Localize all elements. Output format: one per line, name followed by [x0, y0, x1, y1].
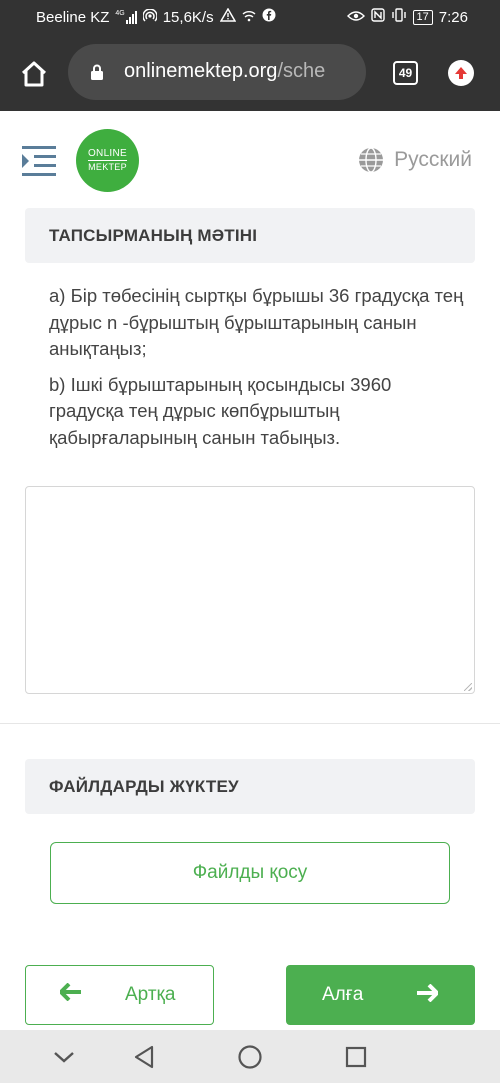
task-text: a) Бір төбесінің сыртқы бұрышы 36 градус… — [49, 283, 469, 460]
home-icon — [21, 61, 47, 87]
upload-section-header: ФАЙЛДАРДЫ ЖҮКТЕУ — [25, 759, 475, 814]
menu-toggle-icon[interactable] — [22, 145, 58, 177]
task-section-header: ТАПСЫРМАНЫҢ МӘТІНІ — [25, 208, 475, 263]
url-text: onlinemektep.org/sche — [124, 60, 325, 83]
network-type: 4G — [115, 10, 125, 17]
data-speed: 15,6K/s — [162, 8, 214, 26]
circle-home-icon — [238, 1045, 262, 1069]
back-button-label: Артқа — [125, 984, 176, 1005]
arrow-left-icon — [60, 983, 81, 1001]
facebook-icon — [262, 8, 276, 26]
warning-icon — [219, 7, 236, 26]
chevron-down-icon — [54, 1052, 74, 1063]
arrow-up-icon — [455, 67, 467, 79]
triangle-back-icon — [134, 1045, 154, 1069]
arrow-right-icon — [417, 984, 438, 1002]
eye-comfort-icon — [346, 9, 365, 26]
language-label: Русский — [394, 148, 472, 171]
upload-section-title: ФАЙЛДАРДЫ ЖҮКТЕУ — [49, 776, 239, 796]
back-button[interactable]: Артқа — [25, 965, 214, 1025]
url-path: /sche — [277, 60, 326, 82]
logo-line-2: MEKTEP — [88, 160, 127, 172]
add-file-label: Файлды қосу — [192, 862, 308, 883]
site-header: ONLINE MEKTEP Русский — [0, 111, 500, 208]
add-file-button[interactable]: Файлды қосу — [50, 842, 450, 904]
browser-update-button[interactable] — [448, 60, 474, 86]
system-back-button[interactable] — [130, 1043, 158, 1071]
url-domain: onlinemektep.org — [124, 60, 278, 82]
task-section-title: ТАПСЫРМАНЫҢ МӘТІНІ — [49, 225, 258, 245]
logo-line-1: ONLINE — [87, 148, 128, 159]
tab-switcher-button[interactable]: 49 — [393, 61, 418, 85]
system-navigation-bar — [0, 1030, 500, 1083]
onlinemektep-logo[interactable]: ONLINE MEKTEP — [76, 129, 139, 192]
next-button[interactable]: Алға — [286, 965, 475, 1025]
clock: 7:26 — [438, 8, 468, 26]
language-selector[interactable]: Русский — [358, 147, 472, 173]
next-button-label: Алға — [322, 984, 364, 1005]
browser-toolbar: onlinemektep.org/sche 49 — [0, 36, 500, 111]
task-part-b: b) Ішкі бұрыштарының қосындысы 3960 град… — [49, 373, 392, 448]
nfc-icon — [370, 8, 385, 26]
carrier-name: Beeline KZ — [36, 8, 110, 26]
system-home-button[interactable] — [236, 1043, 264, 1071]
section-divider — [0, 723, 500, 724]
wifi-icon — [242, 9, 256, 26]
lock-icon — [90, 64, 104, 86]
home-button[interactable] — [14, 56, 54, 92]
system-recents-button[interactable] — [342, 1043, 370, 1071]
vibrate-icon — [391, 8, 407, 26]
collapse-nav-button[interactable] — [50, 1043, 78, 1071]
task-part-a: a) Бір төбесінің сыртқы бұрышы 36 градус… — [49, 285, 464, 359]
resize-handle-icon[interactable] — [464, 683, 472, 691]
answer-textarea[interactable] — [25, 486, 475, 694]
address-bar[interactable]: onlinemektep.org/sche — [68, 44, 366, 100]
battery-icon: 17 — [412, 9, 433, 25]
status-bar: Beeline KZ 4G 15,6K/s 17 7:26 — [0, 0, 500, 36]
square-recents-icon — [345, 1046, 367, 1068]
globe-icon — [359, 147, 384, 173]
hotspot-icon — [142, 7, 158, 26]
cell-signal-icon: 4G — [115, 10, 137, 24]
